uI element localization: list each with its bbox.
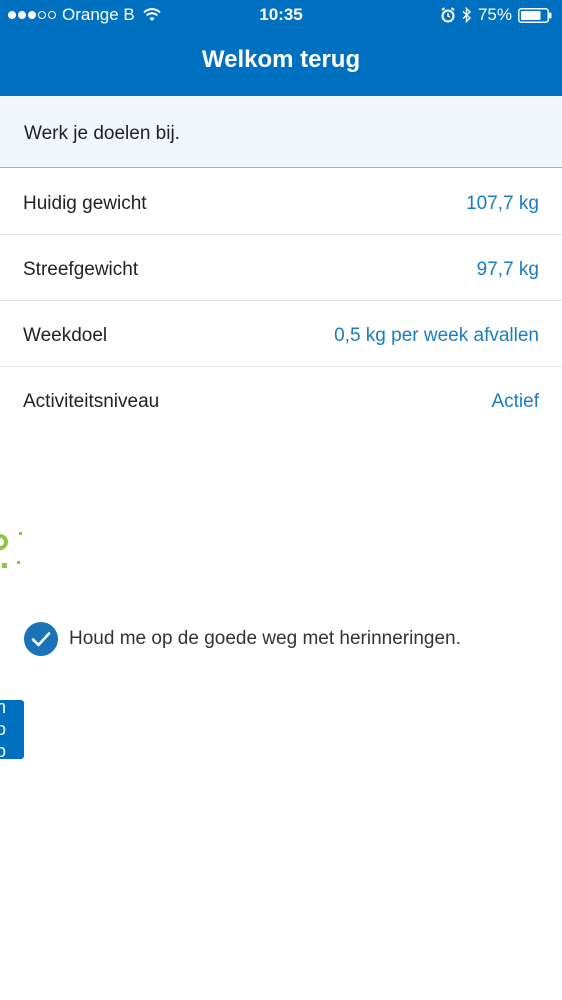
reminder-checkbox[interactable] [24, 622, 58, 656]
status-bar: Orange B 10:35 75% [0, 0, 562, 32]
status-right: 75% [440, 5, 552, 25]
partial-action-button[interactable]: noo [0, 700, 24, 759]
app-header: Orange B 10:35 75% Welkom terug [0, 0, 562, 96]
goal-row-weekly-goal[interactable]: Weekdoel 0,5 kg per week afvallen [0, 301, 562, 367]
goal-value[interactable]: 0,5 kg per week afvallen [334, 325, 539, 347]
page-title: Welkom terug [201, 46, 361, 73]
battery-percentage: 75% [477, 5, 512, 24]
goal-label: Streefgewicht [23, 259, 139, 280]
intro-text: Werk je doelen bij. [24, 123, 180, 144]
partial-button-text: noo [0, 700, 7, 759]
goal-value[interactable]: Actief [491, 391, 539, 413]
goal-label: Activiteitsniveau [23, 391, 160, 412]
goal-row-activity-level[interactable]: Activiteitsniveau Actief [0, 367, 562, 433]
alarm-icon [441, 7, 455, 23]
reminder-option[interactable]: Houd me op de goede weg met herinneringe… [24, 622, 461, 656]
goal-value[interactable]: 97,7 kg [477, 259, 539, 281]
green-logo-fragment [0, 532, 22, 568]
intro-banner: Werk je doelen bij. [0, 96, 562, 168]
battery-icon [518, 7, 552, 23]
goal-value[interactable]: 107,7 kg [466, 193, 539, 215]
goal-label: Huidig gewicht [23, 193, 147, 214]
goal-row-target-weight[interactable]: Streefgewicht 97,7 kg [0, 235, 562, 301]
reminder-label: Houd me op de goede weg met herinneringe… [69, 628, 461, 649]
checkmark-icon [31, 632, 51, 647]
goal-label: Weekdoel [23, 325, 108, 346]
goal-row-current-weight[interactable]: Huidig gewicht 107,7 kg [0, 169, 562, 235]
bluetooth-icon [462, 7, 471, 23]
